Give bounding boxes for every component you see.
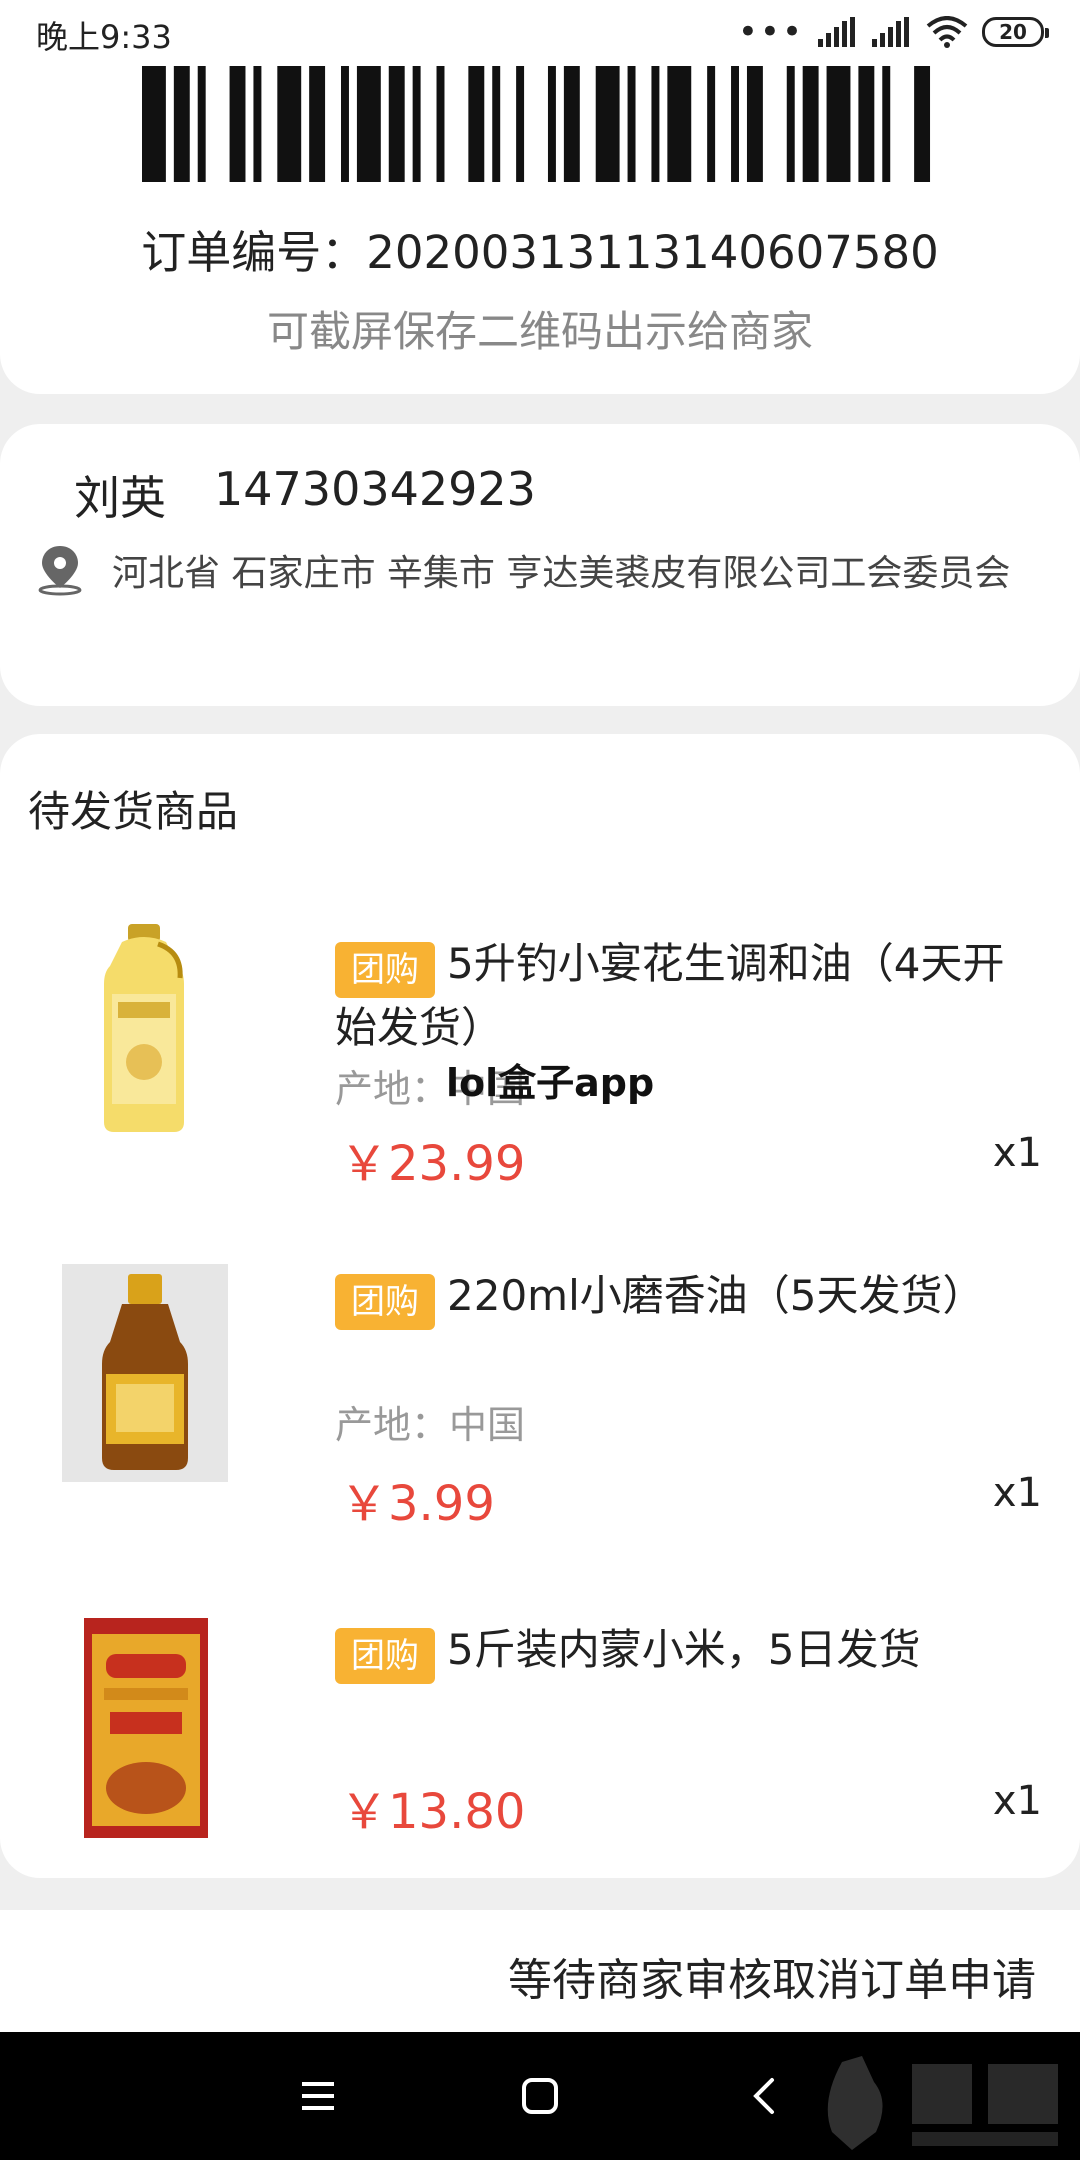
barcode-bar	[707, 66, 716, 182]
barcode-bar	[436, 66, 445, 182]
barcode-bar	[468, 66, 485, 182]
product-origin: 产地：中国	[335, 1403, 526, 1447]
barcode-bar	[826, 66, 851, 182]
battery-icon: 20	[982, 17, 1049, 47]
signal-icon	[872, 17, 909, 47]
product-quantity: x1	[992, 1130, 1042, 1176]
product-name: 5升钓小宴花生调和油（4天开始发货）	[335, 939, 1005, 1052]
order-number: 订单编号：20200313113140607580	[141, 226, 939, 279]
watermark-logo-icon	[827, 2056, 1058, 2150]
barcode-bar	[802, 66, 819, 182]
overlay-watermark-text: lol盒子app	[446, 1061, 655, 1105]
product-quantity: x1	[992, 1470, 1042, 1516]
barcode-bar	[731, 66, 739, 182]
product-name: 5斤装内蒙小米，5日发货	[447, 1625, 921, 1674]
barcode-bar	[858, 66, 875, 182]
product-image-oil-bottle	[104, 924, 184, 1132]
product-name: 220ml小磨香油（5天发货）	[447, 1271, 985, 1320]
product-quantity: x1	[992, 1778, 1042, 1824]
barcode-bar	[356, 66, 381, 182]
barcode-bar	[595, 66, 620, 182]
barcode-bar	[412, 66, 421, 182]
signal-icon	[818, 17, 855, 47]
status-time: 晚上9:33	[36, 18, 172, 56]
barcode-bar	[341, 66, 349, 182]
home-icon[interactable]	[518, 2074, 562, 2118]
barcode-bar	[173, 66, 190, 182]
goods-item[interactable]: 团购 220ml小磨香油（5天发货） 产地：中国 ￥3.99 x1	[0, 1264, 1080, 1564]
barcode-bar	[667, 66, 692, 182]
barcode-bar	[786, 66, 795, 182]
barcode-bar	[142, 66, 166, 182]
barcode-bar	[388, 66, 405, 182]
barcode-bar	[229, 66, 246, 182]
order-status-text: 等待商家审核取消订单申请	[508, 1955, 1036, 2006]
order-status-bar: 等待商家审核取消订单申请	[0, 1910, 1080, 2032]
product-image-millet-bag	[84, 1618, 208, 1838]
address-text: 河北省 石家庄市 辛集市 亨达美裘皮有限公司工会委员会	[112, 553, 1011, 594]
barcode-image	[142, 66, 931, 182]
barcode-bar	[197, 66, 206, 182]
wifi-icon	[926, 16, 968, 48]
barcode-bar	[277, 66, 302, 182]
barcode-bar	[253, 66, 262, 182]
back-icon[interactable]	[744, 2074, 788, 2118]
battery-level: 20	[999, 20, 1027, 44]
barcode-bar	[492, 66, 501, 182]
goods-item[interactable]: 团购 5斤装内蒙小米，5日发货 ￥13.80 x1	[0, 1618, 1080, 1920]
menu-icon[interactable]	[296, 2074, 340, 2118]
barcode-bar	[651, 66, 660, 182]
recipient-phone: 14730342923	[214, 462, 536, 516]
product-price: ￥3.99	[340, 1476, 495, 1532]
status-bar: 晚上9:33 ••• 20	[0, 0, 1080, 64]
goods-section-title: 待发货商品	[28, 787, 239, 836]
goods-card: 待发货商品 团购 5升钓小宴花生调和油（4天开始发货） 产地：中国 ￥23.99…	[0, 734, 1080, 1878]
recipient-name: 刘英	[74, 471, 166, 525]
barcode-bar	[563, 66, 580, 182]
product-price: ￥13.80	[340, 1784, 526, 1840]
save-screenshot-tip: 可截屏保存二维码出示给商家	[266, 307, 813, 356]
barcode-bar	[309, 66, 326, 182]
barcode-bar	[516, 66, 525, 182]
address-card: 刘英 14730342923 河北省 石家庄市 辛集市 亨达美裘皮有限公司工会委…	[0, 424, 1080, 706]
dots-icon: •••	[737, 12, 804, 52]
product-image-sesame-oil	[62, 1264, 228, 1482]
product-price: ￥23.99	[340, 1136, 526, 1192]
barcode-bar	[547, 66, 556, 182]
barcode-bar	[882, 66, 891, 182]
barcode-bar	[746, 66, 763, 182]
barcode-bar	[914, 66, 931, 182]
barcode-bar	[627, 66, 636, 182]
